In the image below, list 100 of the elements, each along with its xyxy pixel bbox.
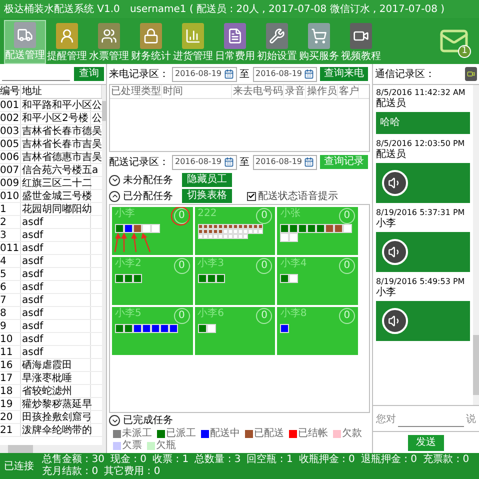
voice-message[interactable] — [376, 232, 470, 272]
legend-label: 已派工 — [166, 428, 196, 440]
date-field[interactable]: 2016-08-19 — [172, 154, 236, 170]
video-icon — [350, 23, 372, 49]
toolbar-tab[interactable]: 视频教程 — [340, 20, 382, 64]
table-cell: 和平小区2号楼 — [21, 112, 91, 124]
staff-card[interactable]: 222 0 — [194, 207, 276, 255]
toolbar-tab[interactable]: 水票管理 — [88, 20, 130, 64]
table-cell: 和平路和平小区 — [21, 99, 91, 111]
task-count: 0 — [338, 258, 355, 274]
voice-message[interactable] — [376, 163, 470, 203]
calendar-icon[interactable] — [224, 69, 234, 79]
column-header: 客户 — [338, 85, 359, 98]
table-cell: 16 — [0, 359, 21, 371]
input-prefix: 您对 — [376, 412, 396, 427]
staff-name: 小张 — [280, 208, 300, 220]
table-cell: 泼牌伞纶哟带的 — [21, 424, 91, 436]
legend-label: 未派工 — [122, 428, 152, 440]
bar-chart-icon — [182, 23, 204, 49]
table-cell: 4 — [0, 255, 21, 267]
toolbar-tab[interactable]: 日常费用 — [214, 20, 256, 64]
section-title[interactable]: 已完成任务 — [123, 413, 173, 428]
voice-message[interactable] — [376, 301, 470, 341]
window-title: 极达桶装水配送系统 V1.0 — [4, 2, 120, 16]
section-title[interactable]: 未分配任务 — [123, 172, 179, 188]
table-cell: asdf — [21, 229, 91, 241]
table-cell: asdf — [21, 307, 91, 319]
wrench-icon — [266, 23, 288, 49]
column-header: 时间 — [162, 85, 232, 98]
query-calls-button[interactable]: 查询来电 — [320, 67, 368, 81]
staff-card[interactable]: 小李8 0 — [277, 307, 358, 355]
table-cell: 信合苑六号楼五 — [21, 164, 91, 176]
action-button[interactable]: 切换表格 — [182, 189, 232, 203]
staff-name: 小李6 — [198, 308, 224, 320]
toolbar-tab[interactable]: 购买服务 — [298, 20, 340, 64]
message-time: 8/5/2016 12:03:50 PM — [376, 139, 466, 149]
input-suffix: 说 — [466, 413, 476, 427]
staff-name: 小李8 — [280, 308, 307, 320]
column-header: 操作员 — [306, 85, 338, 98]
legend-label: 欠票 — [122, 440, 142, 452]
staff-card[interactable]: 小张 0 — [277, 207, 358, 255]
toolbar-tab[interactable]: 配送管理 — [4, 20, 46, 64]
calendar-icon[interactable] — [224, 157, 234, 167]
message-time: 8/5/2016 11:42:32 AM — [376, 88, 466, 98]
staff-name: 小李5 — [115, 308, 142, 320]
horizontal-scrollbar[interactable] — [0, 445, 102, 453]
table-cell: 省较蛇滤州 — [21, 385, 91, 397]
table-cell: 002 — [0, 112, 21, 124]
expand-icon[interactable] — [109, 174, 120, 186]
toolbar-tab[interactable]: 提醒管理 — [46, 20, 88, 64]
section-title[interactable]: 已分配任务 — [123, 188, 179, 204]
status-total: 收票 : 1 — [152, 454, 189, 466]
staff-card[interactable]: 小李2 0 — [112, 257, 193, 305]
column-header: 类型 — [140, 85, 162, 98]
column-header: 录音 — [284, 85, 306, 98]
calendar-icon[interactable] — [304, 157, 314, 167]
table-cell-text: 公 — [92, 99, 102, 111]
date-field[interactable]: 2016-08-19 — [252, 66, 317, 82]
checkbox[interactable] — [247, 192, 256, 200]
table-cell: asdf — [21, 281, 91, 293]
lock-icon — [140, 23, 162, 49]
action-button[interactable]: 隐藏员工 — [182, 173, 232, 187]
table-cell: 早涨枣枇唾 — [21, 372, 91, 384]
staff-name: 小李2 — [115, 258, 142, 270]
column-header: 已处理 — [110, 85, 140, 98]
staff-card[interactable]: 小李5 0 — [112, 307, 193, 355]
toolbar-tab[interactable]: 进货管理 — [172, 20, 214, 64]
staff-card[interactable]: 小李4 0 — [277, 257, 358, 305]
table-cell-text: a — [92, 164, 98, 176]
table-cell: 獾炒黎秽蒸延早 — [21, 398, 91, 410]
table-cell: 001 — [0, 99, 21, 111]
collapse-icon[interactable] — [109, 190, 120, 202]
send-button[interactable]: 发送 — [408, 434, 444, 450]
vertical-scrollbar[interactable] — [102, 85, 106, 453]
staff-card[interactable]: 小李 0 — [112, 207, 193, 255]
call-records-label: 来电记录区： — [109, 68, 169, 82]
connection-status: 已连接 — [4, 460, 34, 474]
query-records-button[interactable]: 查询记录 — [320, 155, 368, 169]
date-field[interactable]: 2016-08-19 — [252, 154, 317, 170]
staff-name: 小李3 — [198, 258, 224, 270]
search-button[interactable]: 查询 — [74, 67, 104, 81]
toolbar-tab[interactable]: 初始设置 — [256, 20, 298, 64]
date-field[interactable]: 2016-08-19 — [172, 66, 236, 82]
speaker-icon — [382, 170, 408, 196]
notification-badge: 1 — [458, 45, 471, 58]
table-cell: 003 — [0, 125, 21, 137]
vertical-scrollbar[interactable] — [473, 85, 479, 405]
table-cell: 吉林省长春市德 — [21, 125, 91, 137]
legend-label: 配送中 — [210, 428, 240, 440]
attachment-icon[interactable] — [465, 67, 477, 81]
table-cell: 010 — [0, 190, 21, 202]
staff-name: 小李 — [115, 208, 135, 220]
staff-card[interactable]: 小李6 0 — [194, 307, 276, 355]
expand-icon[interactable] — [109, 415, 120, 426]
table-cell-text: 吴 — [92, 151, 102, 163]
table-cell: 18 — [0, 385, 21, 397]
toolbar-tab[interactable]: 财务统计 — [130, 20, 172, 64]
staff-card[interactable]: 小李3 0 — [194, 257, 276, 305]
calendar-icon[interactable] — [304, 69, 314, 79]
table-cell: 2 — [0, 216, 21, 228]
